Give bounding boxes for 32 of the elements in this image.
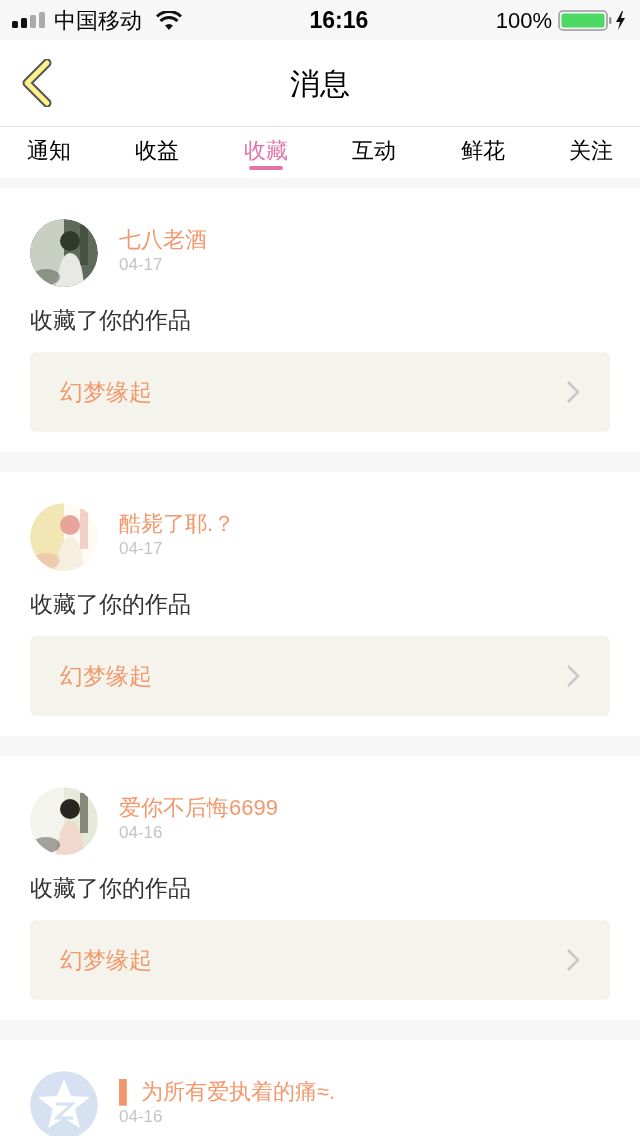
clock-time: 16:16 xyxy=(309,5,369,35)
page-title: 消息 xyxy=(290,65,350,102)
tab[interactable]: 收藏 xyxy=(221,127,310,178)
chevron-right-icon xyxy=(566,664,580,688)
tab[interactable]: 通知 xyxy=(5,127,93,178)
message-text: 收藏了你的作品 xyxy=(30,874,192,903)
battery-percent: 100% xyxy=(495,6,552,35)
work-link[interactable]: 幻梦缘起 xyxy=(30,636,610,716)
user-name[interactable]: ▌ 为所有爱执着的痛≈. xyxy=(119,1078,335,1106)
user-name[interactable]: 酷毙了耶.？ xyxy=(119,510,236,538)
wifi-icon xyxy=(156,10,182,30)
signal-icon xyxy=(12,12,46,28)
user-name[interactable]: 七八老酒 xyxy=(119,226,207,254)
message-date: 04-16 xyxy=(119,1106,164,1128)
carrier-name: 中国移动 xyxy=(54,6,142,35)
chevron-right-icon xyxy=(566,948,580,972)
work-link[interactable]: 幻梦缘起 xyxy=(30,920,610,1000)
chevron-right-icon xyxy=(566,380,580,404)
battery-charging-icon xyxy=(558,9,628,31)
message-text: 收藏了你的作品 xyxy=(30,306,192,335)
message-text: 收藏了你的作品 xyxy=(30,590,192,619)
work-link[interactable]: 幻梦缘起 xyxy=(30,352,610,432)
tab[interactable]: 互动 xyxy=(330,127,419,178)
user-name[interactable]: 爱你不后悔6699 xyxy=(119,794,278,822)
message-date: 04-16 xyxy=(119,822,164,844)
tab[interactable]: 鲜花 xyxy=(438,127,527,178)
back-button[interactable] xyxy=(20,58,54,108)
message-date: 04-17 xyxy=(119,254,164,276)
tab-indicator xyxy=(248,166,283,170)
message-date: 04-17 xyxy=(119,538,164,560)
tab[interactable]: 收益 xyxy=(113,127,202,178)
tab[interactable]: 关注 xyxy=(546,127,635,178)
